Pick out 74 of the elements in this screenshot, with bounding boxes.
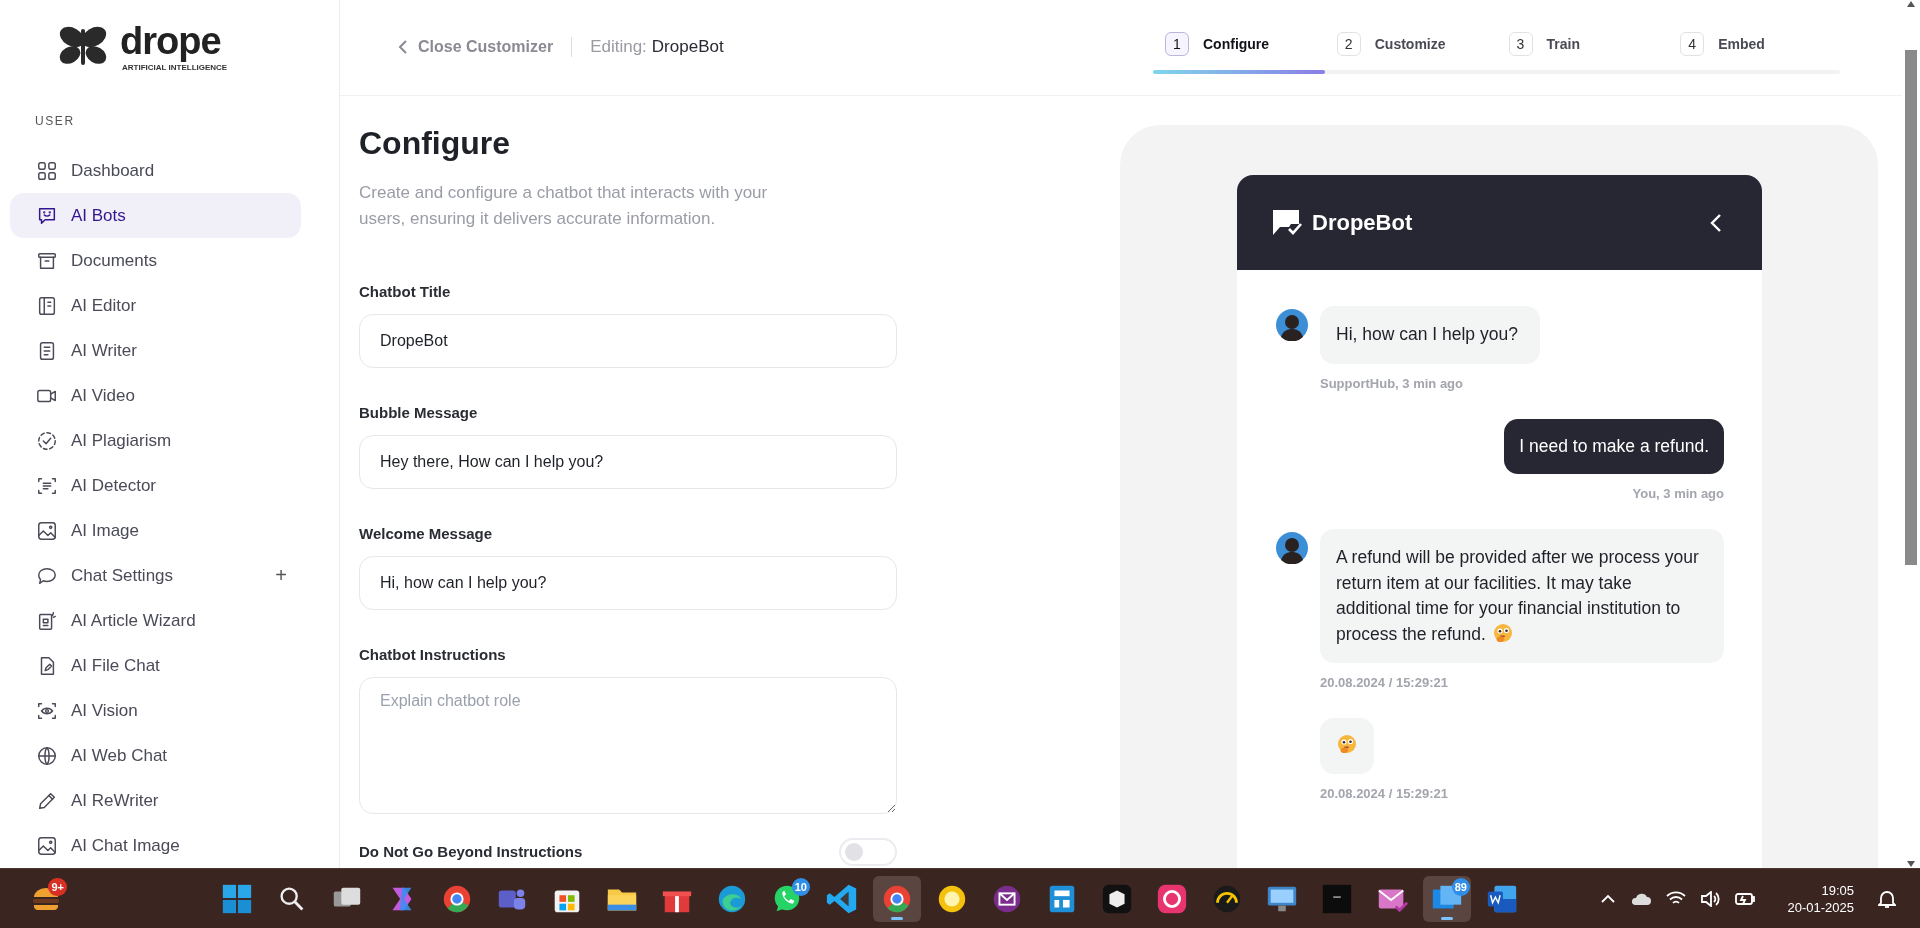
message-meta: 20.08.2024 / 15:29:21 (1320, 785, 1448, 801)
sidebar-item[interactable]: Chat Settings + (10, 553, 301, 598)
message-meta: You, 3 min ago (1632, 486, 1724, 501)
sidebar-item[interactable]: AI Detector (10, 463, 301, 508)
notification-badge: 9+ (48, 877, 67, 896)
image-icon (36, 834, 58, 857)
clock-date: 20-01-2025 (1787, 898, 1854, 916)
sidebar-item[interactable]: AI Bots (10, 193, 301, 238)
step-tab[interactable]: 2 Customize (1324, 31, 1497, 57)
sidebar-item[interactable]: AI ReWriter (10, 778, 301, 823)
toggle-switch[interactable] (839, 838, 897, 866)
volume-icon (1699, 890, 1720, 907)
step-number: 1 (1165, 32, 1189, 56)
sidebar-item[interactable]: AI Chat Image (10, 823, 301, 868)
sidebar-item[interactable]: AI Plagiarism (10, 418, 301, 463)
bell-icon (1878, 888, 1896, 909)
battery-icon (1733, 890, 1756, 907)
sidebar-item[interactable]: Documents (10, 238, 301, 283)
page-description: Create and configure a chatbot that interacts with your users, ensuring it delivers accurate information. (359, 182, 769, 230)
article-icon (36, 609, 58, 632)
image-icon (36, 519, 58, 542)
dashed-check-icon (36, 429, 58, 452)
chevron-left-icon (1710, 212, 1722, 233)
page-title: Configure (359, 124, 512, 163)
sidebar-item[interactable]: AI Writer (10, 328, 301, 373)
sidebar-item[interactable]: Dashboard (10, 148, 301, 193)
collapse-button[interactable] (1710, 212, 1722, 233)
message-meta: SupportHub, 3 min ago (1320, 375, 1463, 391)
notification-badge: 89 (1451, 877, 1470, 896)
step-tab[interactable]: 4 Embed (1668, 31, 1840, 57)
text-field[interactable]: Hi, how can I help you? (359, 556, 897, 610)
taskbar-app[interactable] (873, 875, 921, 922)
sidebar-item[interactable]: AI Video (10, 373, 301, 418)
chat-check-icon (1272, 208, 1302, 237)
field-label: Bubble Message (359, 403, 479, 423)
field-label: Chatbot Instructions (359, 645, 507, 665)
step-number: 3 (1508, 32, 1533, 56)
sidebar-item[interactable]: AI Image (10, 508, 301, 553)
expand-button[interactable]: + (275, 564, 287, 587)
step-tab[interactable]: 3 Train (1496, 31, 1669, 57)
instructions-field[interactable]: Explain chatbot role (359, 677, 897, 814)
field-label: Chatbot Title (359, 282, 452, 302)
message-bubble: I need to make a refund. (1504, 418, 1724, 474)
sidebar-item[interactable]: AI Vision (10, 688, 301, 733)
weather-widget[interactable]: 9+ (24, 875, 68, 922)
sidebar-item[interactable]: AI Article Wizard (10, 598, 301, 643)
chatbot-title: DropeBot (1312, 209, 1413, 236)
chevron-up-icon (1599, 893, 1616, 904)
notebook-icon (36, 294, 58, 317)
notification-badge: 10 (791, 877, 810, 896)
scrollbar-thumb[interactable] (1905, 50, 1917, 565)
field-label: Welcome Message (359, 524, 494, 544)
message-meta: 20.08.2024 / 15:29:21 (1320, 675, 1448, 690)
step-number: 4 (1680, 32, 1705, 56)
scroll-up-icon (1906, 0, 1916, 8)
clock-time: 19:05 (1821, 881, 1854, 899)
globe-icon (36, 744, 58, 767)
sidebar-item[interactable]: AI Editor (10, 283, 301, 328)
step-tab[interactable]: 1 Configure (1153, 31, 1325, 57)
logo-wordmark: drope (120, 19, 222, 63)
step-number: 2 (1336, 32, 1361, 56)
section-heading: USER (35, 114, 76, 128)
text-field[interactable]: Hey there, How can I help you? (359, 435, 897, 489)
logo-tagline: ARTIFICIAL INTELLIGENCE (122, 63, 228, 73)
text-field[interactable]: DropeBot (359, 314, 897, 368)
editing-name: DropeBot (651, 37, 724, 57)
editing-label: Editing: (590, 37, 647, 57)
message-bubble: Hi, how can I help you? (1320, 306, 1540, 364)
sidebar-item[interactable]: AI Web Chat (10, 733, 301, 778)
message-bubble: A refund will be provided after we process your return item at our facilities. It may take additional time for your financial institution to process the refund. (1320, 529, 1724, 663)
grid-icon (36, 159, 58, 182)
sidebar-item[interactable]: AI File Chat (10, 643, 301, 688)
chevron-left-icon (398, 40, 408, 54)
toggle-label: Do Not Go Beyond Instructions (359, 842, 583, 862)
